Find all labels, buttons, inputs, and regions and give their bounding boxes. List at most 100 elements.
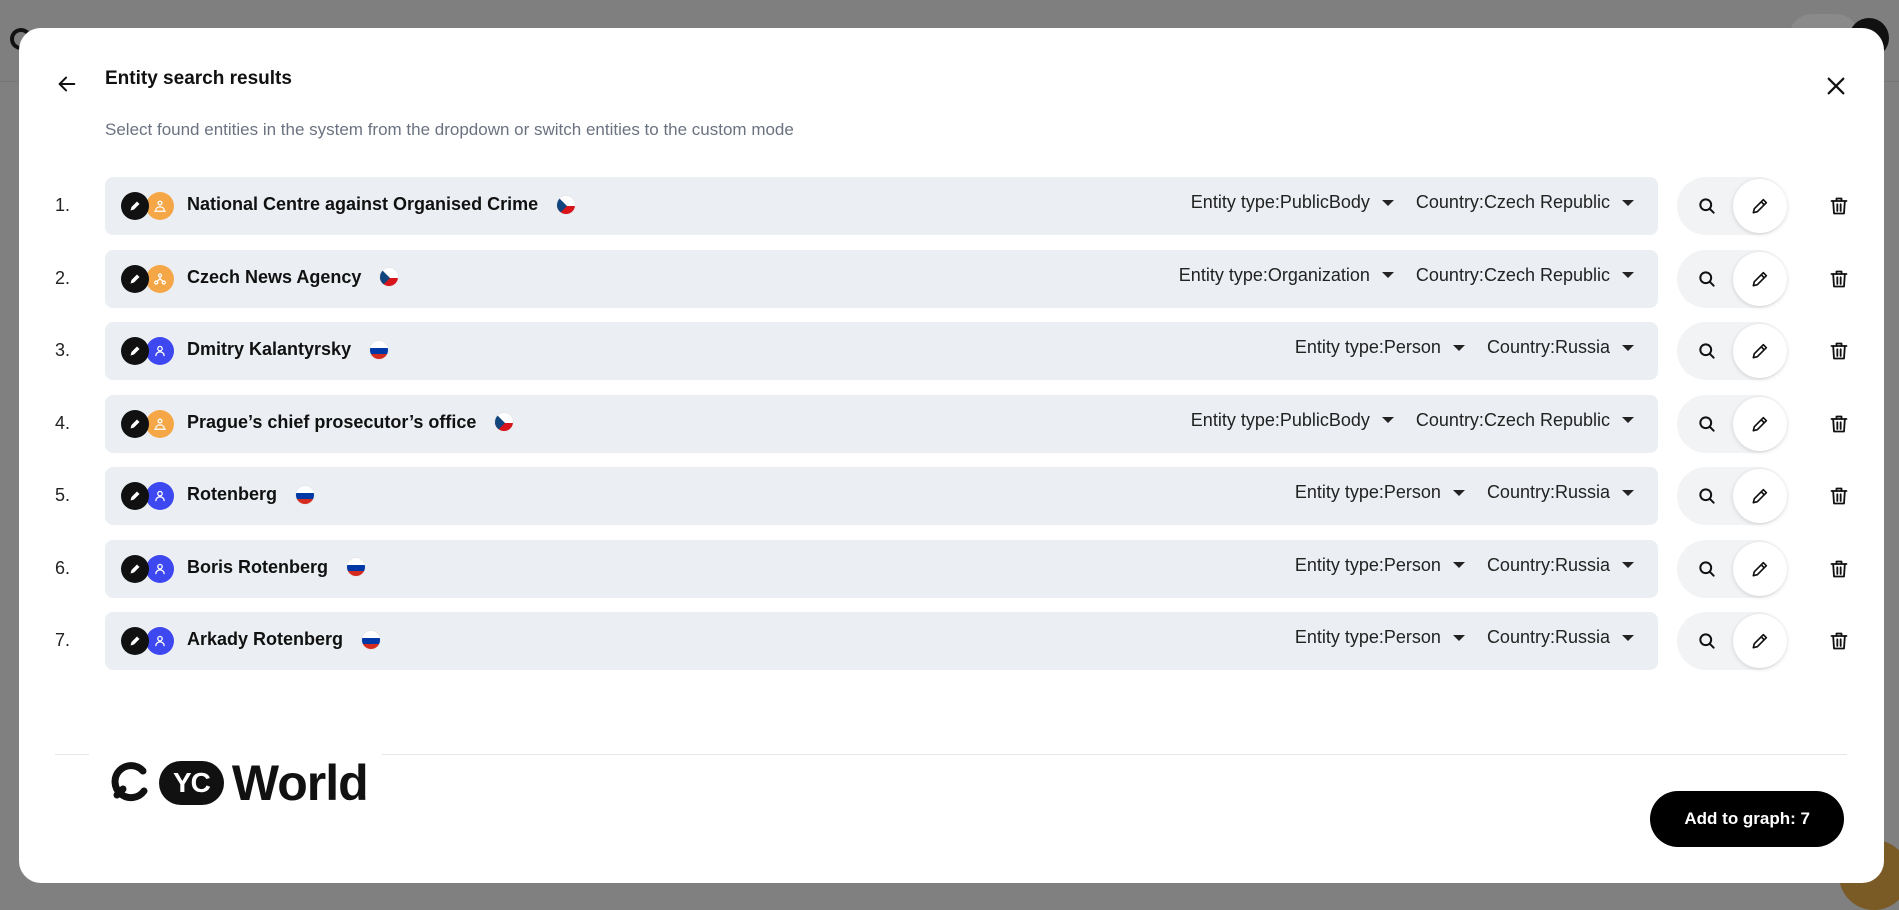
entity-row: 3. Dmitry Kalantyrsky Entity type: Perso… <box>19 322 1884 380</box>
entity-card[interactable]: Boris Rotenberg Entity type: Person Coun… <box>105 539 1658 598</box>
delete-entity-button[interactable] <box>1819 186 1859 226</box>
entity-row: 5. Rotenberg Entity type: Person Country… <box>19 467 1884 525</box>
country-value: Russia <box>1554 482 1610 502</box>
delete-entity-button[interactable] <box>1819 621 1859 661</box>
entity-name-text: Prague’s chief prosecutor’s office <box>187 411 477 432</box>
country-dropdown[interactable]: Country: Czech Republic <box>1416 265 1634 286</box>
delete-entity-button[interactable] <box>1819 331 1859 371</box>
custom-mode-pencil-icon[interactable] <box>121 264 149 293</box>
row-actions <box>1677 539 1787 598</box>
country-dropdown[interactable]: Country: Russia <box>1487 555 1634 576</box>
entity-type-dropdown[interactable]: Entity type: Person <box>1295 627 1465 648</box>
entity-type-dropdown[interactable]: Entity type: PublicBody <box>1191 192 1394 213</box>
country-dropdown[interactable]: Country: Russia <box>1487 337 1634 358</box>
country-prefix: Country: <box>1486 337 1555 357</box>
russia-flag-icon <box>361 629 382 650</box>
entity-type-dropdown[interactable]: Entity type: Person <box>1295 482 1465 503</box>
entity-type-dropdown[interactable]: Entity type: Organization <box>1179 265 1394 286</box>
country-value: Russia <box>1554 627 1610 647</box>
brand-logo: YC World <box>89 743 382 823</box>
edit-entity-button[interactable] <box>1733 324 1787 378</box>
search-entity-button[interactable] <box>1687 331 1727 371</box>
country-dropdown[interactable]: Country: Czech Republic <box>1416 410 1634 431</box>
entity-type-dropdown[interactable]: Entity type: Person <box>1295 555 1465 576</box>
entity-type-prefix: Entity type: <box>1294 337 1384 357</box>
custom-mode-pencil-icon[interactable] <box>121 554 149 583</box>
entity-name: Dmitry Kalantyrsky <box>187 339 390 360</box>
trash-icon <box>1830 487 1848 505</box>
caret-down-icon <box>1381 417 1394 423</box>
edit-entity-button[interactable] <box>1733 541 1787 596</box>
search-entity-button[interactable] <box>1687 549 1727 589</box>
caret-down-icon <box>1622 489 1634 496</box>
trash-icon <box>1830 342 1848 360</box>
entity-card[interactable]: Dmitry Kalantyrsky Entity type: Person C… <box>105 322 1658 380</box>
country-dropdown[interactable]: Country: Russia <box>1487 482 1634 503</box>
delete-entity-button[interactable] <box>1819 259 1859 299</box>
country-prefix: Country: <box>1415 409 1484 430</box>
delete-entity-button[interactable] <box>1819 476 1859 516</box>
entity-icons <box>121 192 177 220</box>
row-actions <box>1677 394 1787 453</box>
entity-type-value: Person <box>1383 554 1441 575</box>
entity-type-dropdown[interactable]: Entity type: Person <box>1295 337 1465 358</box>
search-entity-button[interactable] <box>1687 404 1727 444</box>
country-prefix: Country: <box>1486 554 1555 575</box>
caret-down-icon <box>1622 272 1634 278</box>
entity-name: National Centre against Organised Crime <box>187 194 577 215</box>
edit-entity-button[interactable] <box>1733 614 1787 668</box>
edit-entity-button[interactable] <box>1733 179 1787 233</box>
edit-entity-button[interactable] <box>1733 469 1787 523</box>
custom-mode-pencil-icon[interactable] <box>121 337 149 365</box>
caret-down-icon <box>1622 634 1634 641</box>
entity-icons <box>121 554 177 583</box>
custom-mode-pencil-icon[interactable] <box>121 409 149 438</box>
entity-dropdowns: Entity type: Person Country: Russia <box>1295 337 1634 358</box>
entity-type-prefix: Entity type: <box>1190 192 1280 212</box>
entity-dropdowns: Entity type: PublicBody Country: Czech R… <box>1191 192 1634 213</box>
search-entity-button[interactable] <box>1687 476 1727 516</box>
entity-type-value: Person <box>1383 337 1441 357</box>
entity-row: 7. Arkady Rotenberg Entity type: Person <box>19 612 1884 670</box>
search-entity-button[interactable] <box>1687 259 1727 299</box>
russia-flag-icon <box>369 339 390 360</box>
person-icon <box>146 627 174 655</box>
entity-card[interactable]: Arkady Rotenberg Entity type: Person Cou… <box>105 612 1658 670</box>
add-to-graph-button[interactable]: Add to graph: 7 <box>1650 791 1844 847</box>
czech-flag-icon <box>494 412 515 432</box>
edit-entity-button[interactable] <box>1733 396 1787 451</box>
custom-mode-pencil-icon[interactable] <box>121 482 149 510</box>
search-icon <box>1699 560 1715 577</box>
country-value: Russia <box>1554 554 1610 575</box>
entity-card[interactable]: National Centre against Organised Crime … <box>105 177 1658 235</box>
country-dropdown[interactable]: Country: Czech Republic <box>1416 192 1634 213</box>
close-button[interactable] <box>1816 66 1856 106</box>
entity-type-dropdown[interactable]: Entity type: PublicBody <box>1191 410 1394 431</box>
entity-name: Rotenberg <box>187 484 315 505</box>
search-entity-button[interactable] <box>1687 186 1727 226</box>
caret-down-icon <box>1622 199 1634 206</box>
entity-dropdowns: Entity type: Person Country: Russia <box>1295 555 1634 576</box>
row-index: 7. <box>55 630 71 650</box>
entity-row: 6. Boris Rotenberg Entity type: Person C… <box>19 539 1884 598</box>
search-entity-button[interactable] <box>1687 621 1727 661</box>
entity-type-value: Person <box>1383 482 1441 502</box>
back-button[interactable] <box>49 66 85 102</box>
organization-icon <box>146 264 174 293</box>
entity-card[interactable]: Rotenberg Entity type: Person Country: R… <box>105 467 1658 525</box>
entity-card[interactable]: Czech News Agency Entity type: Organizat… <box>105 249 1658 308</box>
row-index: 6. <box>55 557 71 578</box>
delete-entity-button[interactable] <box>1819 404 1859 444</box>
custom-mode-pencil-icon[interactable] <box>121 627 149 655</box>
delete-entity-button[interactable] <box>1819 549 1859 589</box>
entity-type-prefix: Entity type: <box>1294 627 1384 647</box>
country-dropdown[interactable]: Country: Russia <box>1487 627 1634 648</box>
country-value: Russia <box>1554 337 1610 357</box>
entity-card[interactable]: Prague’s chief prosecutor’s office Entit… <box>105 394 1658 453</box>
edit-entity-button[interactable] <box>1733 251 1787 306</box>
entity-row: 2. Czech News Agency Entity type: Organi… <box>19 249 1884 308</box>
czech-flag-icon <box>556 194 577 215</box>
caret-down-icon <box>1622 417 1634 423</box>
entity-type-value: Person <box>1383 627 1441 647</box>
custom-mode-pencil-icon[interactable] <box>121 192 149 220</box>
